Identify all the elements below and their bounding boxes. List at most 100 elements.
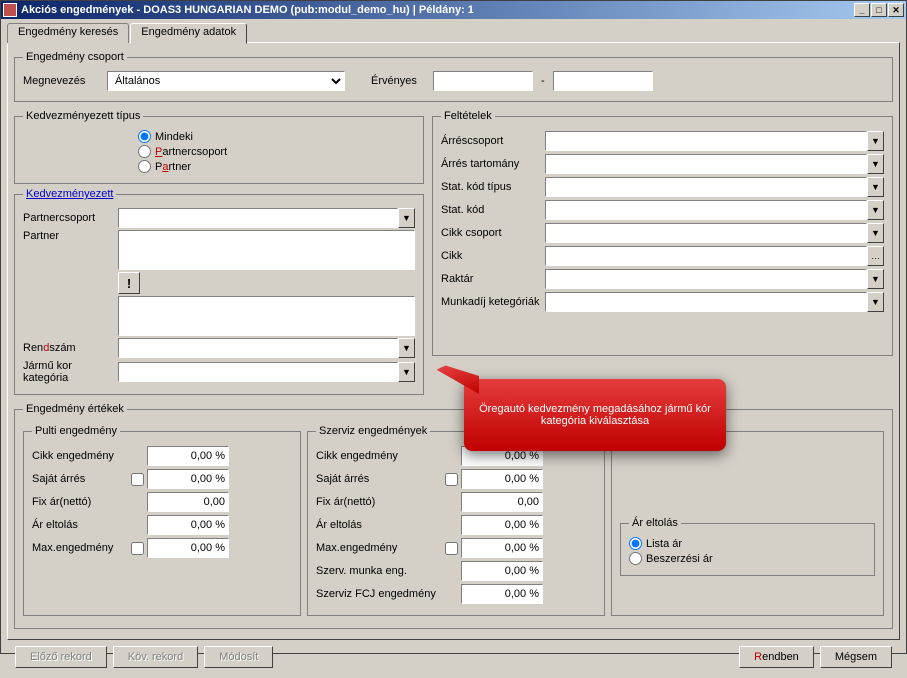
offset-legend: Ár eltolás xyxy=(629,517,681,529)
pulti-eltolas-label: Ár eltolás xyxy=(32,519,127,531)
app-icon xyxy=(3,3,17,17)
conditions-fieldset: Feltételek Árréscsoport▼ Árrés tartomány… xyxy=(432,110,893,356)
jarmu-kor-dropdown[interactable]: ▼ xyxy=(398,362,415,382)
radio-mindenki[interactable] xyxy=(138,130,151,143)
prev-record-button[interactable]: Előző rekord xyxy=(15,646,107,668)
radio-partnercsoport[interactable] xyxy=(138,145,151,158)
pulti-fixar-input[interactable] xyxy=(147,492,229,512)
exclaim-button[interactable]: ! xyxy=(118,272,140,294)
sz-fcj-input[interactable] xyxy=(461,584,543,604)
beneficiary-legend: Kedvezményezett xyxy=(23,188,116,200)
next-record-button[interactable]: Köv. rekord xyxy=(113,646,198,668)
sz-sajat-check[interactable] xyxy=(445,473,458,486)
radio-lista-ar[interactable] xyxy=(629,537,642,550)
valid-to-input[interactable] xyxy=(553,71,653,91)
values-fieldset: Engedmény értékek Pulti engedmény Cikk e… xyxy=(14,403,893,629)
pulti-fieldset: Pulti engedmény Cikk engedmény Saját árr… xyxy=(23,425,301,616)
rendszam-label: Rendszám xyxy=(23,342,118,354)
jarmu-kor-input[interactable] xyxy=(118,362,398,382)
jarmu-kor-label: Jármű kor kategória xyxy=(23,360,118,384)
cancel-button[interactable]: Mégsem xyxy=(820,646,892,668)
partnercsoport-label: Partnercsoport xyxy=(23,212,118,224)
sz-fixar-label: Fix ár(nettó) xyxy=(316,496,441,508)
cond-arrestart-dd[interactable]: ▼ xyxy=(867,154,884,174)
sz-munka-input[interactable] xyxy=(461,561,543,581)
pulti-maxeng-input[interactable] xyxy=(147,538,229,558)
cond-arrestart-label: Árrés tartomány xyxy=(441,158,545,170)
name-label: Megnevezés xyxy=(23,75,107,87)
szerviz-legend: Szerviz engedmények xyxy=(316,425,430,437)
pulti-sajat-input[interactable] xyxy=(147,469,229,489)
tab-search[interactable]: Engedmény keresés xyxy=(7,23,129,43)
pulti-maxeng-check[interactable] xyxy=(131,542,144,555)
radio-partnercsoport-label: Partnercsoport xyxy=(155,146,227,158)
cond-arrescsoport-dd[interactable]: ▼ xyxy=(867,131,884,151)
bentype-fieldset: Kedvezményezett típus Mindeki Partnercso… xyxy=(14,110,424,184)
ok-button[interactable]: Rendben xyxy=(739,646,814,668)
cond-statkodtipus-input[interactable] xyxy=(545,177,867,197)
cond-cikk-label: Cikk xyxy=(441,250,545,262)
sz-maxeng-label: Max.engedmény xyxy=(316,542,441,554)
pulti-maxeng-label: Max.engedmény xyxy=(32,542,127,554)
cond-cikk-input[interactable] xyxy=(545,246,867,266)
radio-partner[interactable] xyxy=(138,160,151,173)
cond-munkadij-dd[interactable]: ▼ xyxy=(867,292,884,312)
sz-fcj-label: Szerviz FCJ engedmény xyxy=(316,588,441,600)
partnercsoport-input[interactable] xyxy=(118,208,398,228)
szerviz-fieldset: Szerviz engedmények Cikk engedmény Saját… xyxy=(307,425,605,616)
sz-maxeng-input[interactable] xyxy=(461,538,543,558)
radio-lista-ar-label: Lista ár xyxy=(646,538,682,550)
pulti-fixar-label: Fix ár(nettó) xyxy=(32,496,127,508)
modify-button[interactable]: Módosít xyxy=(204,646,273,668)
radio-partner-label: Partner xyxy=(155,161,191,173)
pulti-sajat-label: Saját árrés xyxy=(32,473,127,485)
name-select[interactable]: Általános xyxy=(107,71,345,91)
bentype-legend: Kedvezményezett típus xyxy=(23,110,143,122)
cond-cikkcsoport-input[interactable] xyxy=(545,223,867,243)
cond-arrestart-input[interactable] xyxy=(545,154,867,174)
partnercsoport-dropdown[interactable]: ▼ xyxy=(398,208,415,228)
pulti-sajat-check[interactable] xyxy=(131,473,144,486)
sz-eltolas-label: Ár eltolás xyxy=(316,519,441,531)
cond-raktar-dd[interactable]: ▼ xyxy=(867,269,884,289)
pulti-cikk-label: Cikk engedmény xyxy=(32,450,127,462)
cond-raktar-input[interactable] xyxy=(545,269,867,289)
sz-eltolas-input[interactable] xyxy=(461,515,543,535)
cond-cikk-browse[interactable]: … xyxy=(867,246,884,266)
cond-statkod-dd[interactable]: ▼ xyxy=(867,200,884,220)
partner-extra-textarea[interactable] xyxy=(118,296,415,336)
sz-munka-label: Szerv. munka eng. xyxy=(316,565,441,577)
cond-munkadij-label: Munkadíj ketegóriák xyxy=(441,296,545,308)
close-button[interactable]: ✕ xyxy=(888,3,904,17)
valid-from-input[interactable] xyxy=(433,71,533,91)
rendszam-input[interactable] xyxy=(118,338,398,358)
maximize-button[interactable]: □ xyxy=(871,3,887,17)
callout-tooltip: Öregautó kedvezmény megadásához jármű kó… xyxy=(464,379,726,451)
radio-beszerzesi-ar-label: Beszerzési ár xyxy=(646,553,713,565)
cond-statkodtipus-label: Stat. kód típus xyxy=(441,181,545,193)
conditions-legend: Feltételek xyxy=(441,110,495,122)
sz-maxeng-check[interactable] xyxy=(445,542,458,555)
tab-data[interactable]: Engedmény adatok xyxy=(130,23,247,44)
callout-text: Öregautó kedvezmény megadásához jármű kó… xyxy=(476,403,714,427)
minimize-button[interactable]: _ xyxy=(854,3,870,17)
beneficiary-fieldset: Kedvezményezett Partnercsoport ▼ Partner xyxy=(14,188,424,395)
partner-input[interactable] xyxy=(118,230,415,270)
radio-beszerzesi-ar[interactable] xyxy=(629,552,642,565)
window-title: Akciós engedmények - DOAS3 HUNGARIAN DEM… xyxy=(21,4,854,16)
cond-statkod-input[interactable] xyxy=(545,200,867,220)
cond-munkadij-input[interactable] xyxy=(545,292,867,312)
sz-fixar-input[interactable] xyxy=(461,492,543,512)
pulti-eltolas-input[interactable] xyxy=(147,515,229,535)
cond-cikkcsoport-dd[interactable]: ▼ xyxy=(867,223,884,243)
group-legend: Engedmény csoport xyxy=(23,51,127,63)
pulti-legend: Pulti engedmény xyxy=(32,425,120,437)
radio-mindenki-label: Mindeki xyxy=(155,131,193,143)
pulti-cikk-input[interactable] xyxy=(147,446,229,466)
cond-arrescsoport-input[interactable] xyxy=(545,131,867,151)
sz-cikk-label: Cikk engedmény xyxy=(316,450,441,462)
cond-statkod-label: Stat. kód xyxy=(441,204,545,216)
rendszam-dropdown[interactable]: ▼ xyxy=(398,338,415,358)
sz-sajat-input[interactable] xyxy=(461,469,543,489)
cond-statkodtipus-dd[interactable]: ▼ xyxy=(867,177,884,197)
